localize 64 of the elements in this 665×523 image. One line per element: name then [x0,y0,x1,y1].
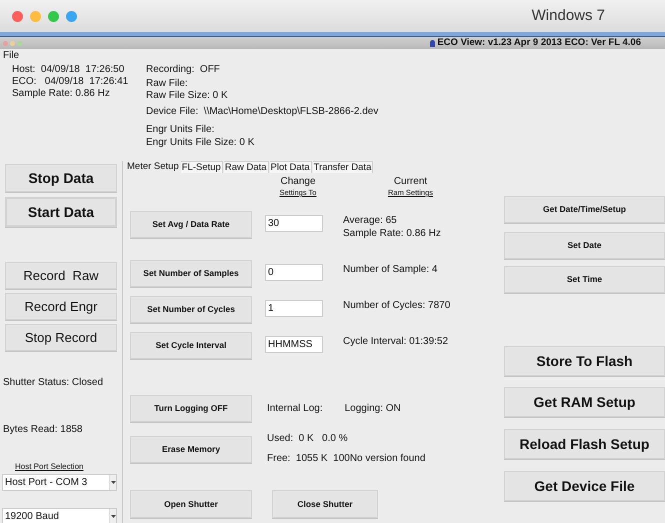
device-button[interactable]: Set Date [504,232,665,259]
data-button[interactable]: Start Data [5,197,117,227]
minimize-icon[interactable] [10,40,15,46]
shutter-button[interactable]: Close Shutter [272,490,378,518]
status-text: ECO: 04/09/18 17:26:41 [12,76,130,88]
device-button[interactable]: Set Time [504,266,665,293]
tab[interactable]: Meter Setup [126,161,180,173]
current-value: Number of Sample: 4 [343,263,438,276]
window-title: Windows 7 [532,6,605,26]
flash-button[interactable]: Store To Flash [504,346,665,376]
value-field[interactable]: 1 [265,300,323,317]
value-field[interactable]: 30 [265,215,323,232]
zoom-icon[interactable] [17,40,22,46]
record-button[interactable]: Record Raw [5,262,117,289]
status-text: Raw File: [146,78,189,90]
tab[interactable]: Plot Data [270,161,312,173]
flash-button[interactable]: Get RAM Setup [504,387,665,417]
current-value: Average: 65 [343,214,398,227]
tab[interactable]: Raw Data [224,161,269,173]
status-text: Engr Units File Size: 0 K [146,137,256,149]
erase-memory-button[interactable]: Erase Memory [130,436,252,462]
logging-status: Logging: ON [344,402,401,416]
app-title: ECO View: v1.23 Apr 9 2013 ECO: Ver FL 4.06 [437,37,641,49]
value-field[interactable]: 0 [265,264,323,281]
setting-button[interactable]: Set Avg / Data Rate [130,211,252,238]
status-text: Recording: OFF [146,64,221,76]
dropdown[interactable]: 19200 Baud [2,508,117,523]
column-header: Change [280,176,316,187]
host-port-heading: Host Port Selection [15,461,84,473]
current-value: Cycle Interval: 01:39:52 [343,335,448,348]
tab[interactable]: Transfer Data [312,161,374,173]
current-value: Number of Cycles: 7870 [343,299,450,312]
setting-button[interactable]: Set Number of Cycles [130,296,252,323]
shutter-button[interactable]: Open Shutter [130,490,252,518]
record-button[interactable]: Stop Record [5,324,117,351]
app-icon [430,40,436,46]
memory-used: Used: 0 K 0.0 % [267,432,349,446]
device-button[interactable]: Get Date/Time/Setup [504,196,665,223]
dropdown[interactable]: Host Port - COM 3 [2,474,117,491]
setting-button[interactable]: Set Cycle Interval [130,332,252,359]
status-text: Host: 04/09/18 17:26:50 [12,64,126,76]
bytes-read: Bytes Read: 1858 [3,423,84,437]
memory-free: Free: 1055 K 100No version found [267,452,426,466]
value-field[interactable]: HHMMSS [265,336,323,353]
data-button[interactable]: Stop Data [5,164,117,192]
logging-button[interactable]: Turn Logging OFF [130,395,252,422]
status-text: Sample Rate: 0.86 Hz [12,88,111,100]
current-value: Sample Rate: 0.86 Hz [343,227,441,240]
internal-log-label: Internal Log: [267,402,323,416]
setting-button[interactable]: Set Number of Samples [130,260,252,287]
tab[interactable]: FL-Setup [180,161,223,173]
status-text: Raw File Size: 0 K [146,90,229,102]
status-text: Engr Units File: [146,124,216,136]
flash-button[interactable]: Reload Flash Setup [504,429,665,459]
menu-item[interactable]: File [3,49,20,63]
close-icon[interactable] [12,10,23,22]
flash-button[interactable]: Get Device File [504,471,665,501]
zoom-icon[interactable] [48,10,59,22]
record-button[interactable]: Record Engr [5,293,117,320]
shutter-status: Shutter Status: Closed [3,376,104,390]
minimize-icon[interactable] [30,10,41,22]
status-text: Device File: \\Mac\Home\Desktop\FLSB-2866-2.dev [146,106,378,118]
column-header: Current [394,176,428,187]
close-icon[interactable] [3,40,8,46]
